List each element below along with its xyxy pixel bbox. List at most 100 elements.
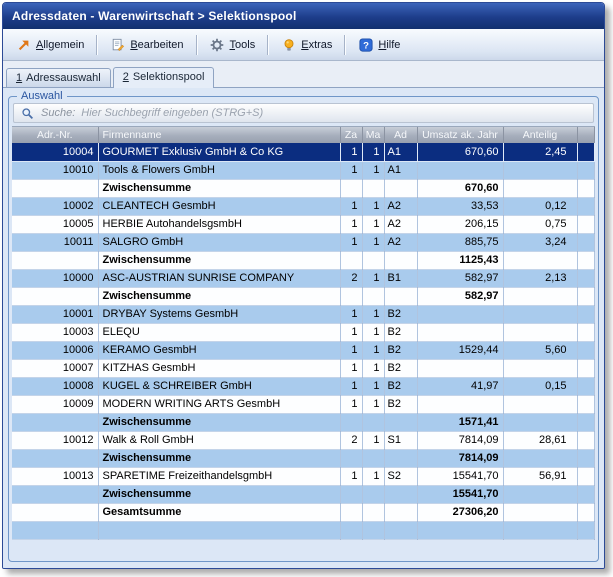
- cell-ma: 1: [362, 215, 384, 233]
- cell-firmenname: HERBIE AutohandelsgsmbH: [98, 215, 340, 233]
- cell-ma: [362, 521, 384, 539]
- table-row[interactable]: 10008KUGEL & SCHREIBER GmbH11B241,970,15: [12, 377, 595, 395]
- cell-anteilig: [503, 449, 577, 467]
- table-row-subtotal[interactable]: Zwischensumme1571,41: [12, 413, 595, 431]
- cell-ma: 1: [362, 395, 384, 413]
- toolbar-button-allgemein[interactable]: Allgemein: [8, 33, 92, 56]
- cell-anteilig: 56,91: [503, 467, 577, 485]
- table-row-total[interactable]: Gesamtsumme 27306,20: [12, 503, 595, 521]
- cell-ma: [362, 413, 384, 431]
- cell-umsatz: 27306,20: [417, 503, 503, 521]
- column-header-firmenname[interactable]: Firmenname: [98, 127, 340, 143]
- column-header-anteilig[interactable]: Anteilig: [503, 127, 577, 143]
- cell-adr-nr: [12, 251, 98, 269]
- cell-za: 1: [340, 323, 362, 341]
- toolbar-button-tools[interactable]: Tools: [202, 33, 264, 56]
- table-row[interactable]: 10012Walk & Roll GmbH21S17814,0928,61: [12, 431, 595, 449]
- cell-ma: 1: [362, 323, 384, 341]
- cell-firmenname: Zwischensumme: [98, 179, 340, 197]
- cell-anteilig: [503, 413, 577, 431]
- cell-anteilig: [503, 323, 577, 341]
- cell-ad: [384, 503, 417, 521]
- cell-anteilig: 2,45: [503, 143, 577, 161]
- table-row[interactable]: 10010Tools & Flowers GmbH11A1: [12, 161, 595, 179]
- cell-firmenname: Zwischensumme: [98, 413, 340, 431]
- cell-filler: [577, 503, 595, 521]
- cell-ma: [362, 485, 384, 503]
- table-row[interactable]: 10013SPARETIME FreizeithandelsgmbH11S215…: [12, 467, 595, 485]
- table-row[interactable]: 10000ASC-AUSTRIAN SUNRISE COMPANY21B1582…: [12, 269, 595, 287]
- table-row[interactable]: 10007KITZHAS GesmbH11B2: [12, 359, 595, 377]
- cell-filler: [577, 485, 595, 503]
- cell-adr-nr: 10011: [12, 233, 98, 251]
- table-row-subtotal[interactable]: Zwischensumme15541,70: [12, 485, 595, 503]
- table-row[interactable]: 10005HERBIE AutohandelsgsmbH11A2206,150,…: [12, 215, 595, 233]
- cell-ad: A2: [384, 197, 417, 215]
- svg-text:?: ?: [363, 40, 369, 51]
- search-bar[interactable]: Suche: Hier Suchbegriff eingeben (STRG+S…: [13, 103, 594, 123]
- table-row-subtotal[interactable]: Zwischensumme1125,43: [12, 251, 595, 269]
- tab-panel: Auswahl Suche: Hier Suchbegriff eingeben…: [3, 87, 604, 568]
- table-row[interactable]: 10011SALGRO GmbH11A2885,753,24: [12, 233, 595, 251]
- cell-ad: B2: [384, 323, 417, 341]
- toolbar-button-extras[interactable]: Extras: [273, 33, 340, 56]
- tab-selektionspool[interactable]: 2Selektionspool: [113, 67, 215, 88]
- toolbar-button-hilfe[interactable]: ? Hilfe: [350, 33, 408, 56]
- cell-adr-nr: 10010: [12, 161, 98, 179]
- toolbar-button-bearbeiten[interactable]: Bearbeiten: [102, 33, 191, 56]
- cell-anteilig: 0,75: [503, 215, 577, 233]
- cell-umsatz: 41,97: [417, 377, 503, 395]
- toolbar-separator: [267, 35, 269, 55]
- column-header-ma[interactable]: Ma: [362, 127, 384, 143]
- cell-filler: [577, 251, 595, 269]
- table-row[interactable]: 10006KERAMO GesmbH11B21529,445,60: [12, 341, 595, 359]
- cell-za: 1: [340, 161, 362, 179]
- cell-ma: 1: [362, 431, 384, 449]
- cell-firmenname: [98, 521, 340, 539]
- table-row[interactable]: 10002CLEANTECH GesmbH11A233,530,12: [12, 197, 595, 215]
- table-row[interactable]: 10009MODERN WRITING ARTS GesmbH11B2: [12, 395, 595, 413]
- cell-firmenname: CLEANTECH GesmbH: [98, 197, 340, 215]
- search-label: Suche:: [41, 107, 75, 119]
- cell-umsatz: 582,97: [417, 269, 503, 287]
- table-row-subtotal[interactable]: Zwischensumme670,60: [12, 179, 595, 197]
- cell-adr-nr: 10009: [12, 395, 98, 413]
- table-row-subtotal[interactable]: Zwischensumme7814,09: [12, 449, 595, 467]
- cell-za: 1: [340, 215, 362, 233]
- cell-adr-nr: 10001: [12, 305, 98, 323]
- cell-anteilig: [503, 395, 577, 413]
- column-header-za[interactable]: Za: [340, 127, 362, 143]
- cell-za: 1: [340, 395, 362, 413]
- arrow-up-right-icon: [16, 37, 31, 52]
- search-input-placeholder[interactable]: Hier Suchbegriff eingeben (STRG+S): [81, 107, 263, 119]
- cell-firmenname: Gesamtsumme: [98, 503, 340, 521]
- table-row-empty: [12, 521, 595, 539]
- table-row[interactable]: 10003ELEQU11B2: [12, 323, 595, 341]
- cell-adr-nr: 10003: [12, 323, 98, 341]
- toolbar-label: Extras: [301, 39, 332, 51]
- edit-document-icon: [110, 37, 125, 52]
- table-row-subtotal[interactable]: Zwischensumme582,97: [12, 287, 595, 305]
- cell-za: 2: [340, 269, 362, 287]
- cell-za: [340, 503, 362, 521]
- table-row[interactable]: 10001DRYBAY Systems GesmbH11B2: [12, 305, 595, 323]
- tab-strip: 1Adressauswahl 2Selektionspool: [3, 61, 604, 87]
- cell-filler: [577, 161, 595, 179]
- cell-ma: [362, 251, 384, 269]
- column-header-ad[interactable]: Ad: [384, 127, 417, 143]
- table-row[interactable]: 10004GOURMET Exklusiv GmbH & Co KG11A167…: [12, 143, 595, 161]
- cell-filler: [577, 359, 595, 377]
- toolbar: Allgemein Bearbeiten Tools Extras ?: [3, 29, 604, 61]
- cell-adr-nr: [12, 413, 98, 431]
- cell-filler: [577, 521, 595, 539]
- cell-umsatz: [417, 305, 503, 323]
- column-header-adr-nr[interactable]: Adr.-Nr.: [12, 127, 98, 143]
- cell-filler: [577, 287, 595, 305]
- cell-anteilig: 5,60: [503, 341, 577, 359]
- column-header-umsatz[interactable]: Umsatz ak. Jahr: [417, 127, 503, 143]
- tab-adressauswahl[interactable]: 1Adressauswahl: [6, 68, 111, 87]
- cell-za: [340, 287, 362, 305]
- cell-firmenname: SALGRO GmbH: [98, 233, 340, 251]
- cell-za: 1: [340, 143, 362, 161]
- cell-firmenname: ASC-AUSTRIAN SUNRISE COMPANY: [98, 269, 340, 287]
